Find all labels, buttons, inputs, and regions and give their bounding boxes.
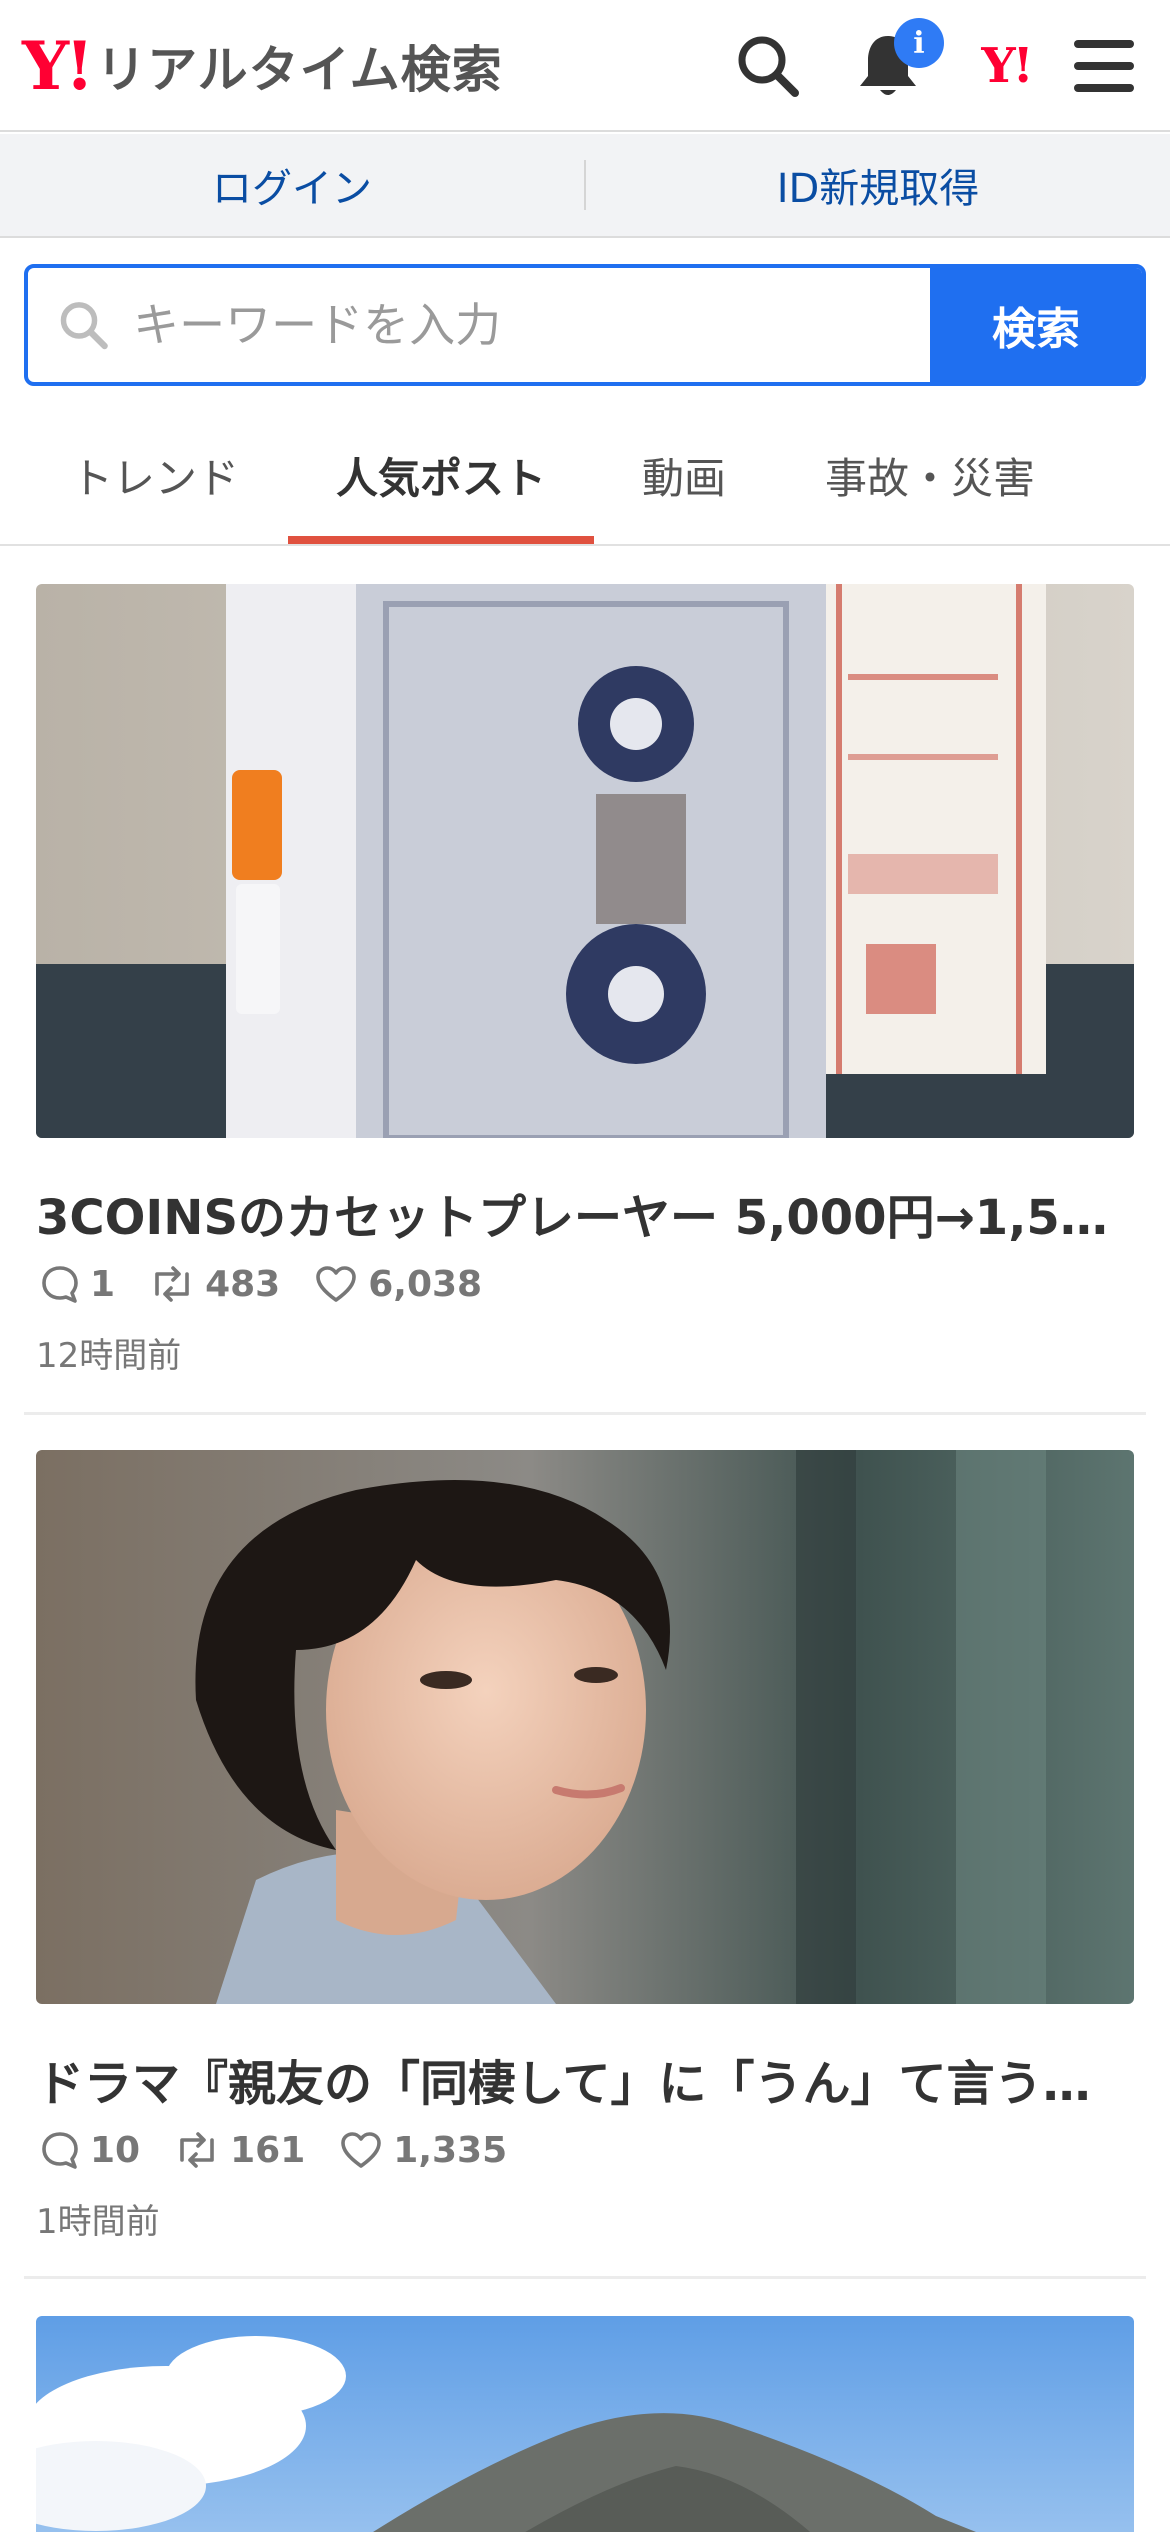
search-field <box>28 268 930 382</box>
repost-count[interactable]: 161 <box>174 2130 305 2171</box>
tab-popular-posts[interactable]: 人気ポスト <box>288 404 594 546</box>
post-stats: 1 483 6,038 <box>40 1256 516 1312</box>
notification-button[interactable]: i <box>848 18 944 106</box>
post-timestamp: 12時間前 <box>36 1336 182 1376</box>
post-divider <box>24 1412 1146 1415</box>
menu-icon[interactable] <box>1064 26 1144 106</box>
search-field-icon <box>60 302 108 350</box>
like-count-value: 6,038 <box>368 1263 483 1305</box>
repost-icon <box>180 2132 214 2168</box>
post-title[interactable]: 3COINSのカセットプレーヤー 5,000円→1,500円 <box>36 1178 1134 1248</box>
like-count[interactable]: 6,038 <box>314 1264 482 1305</box>
post-stats: 10 161 1,335 <box>40 2122 541 2178</box>
notification-badge: i <box>894 18 944 68</box>
repost-count-value: 483 <box>205 1263 281 1305</box>
repost-icon <box>155 1266 189 1302</box>
account-bar: ログイン ID新規取得 <box>0 134 1170 238</box>
search-button[interactable]: 検索 <box>930 268 1142 382</box>
active-tab-indicator <box>288 536 594 544</box>
app-header: Y! リアルタイム検索 i Y! <box>0 0 1170 132</box>
signup-link[interactable]: ID新規取得 <box>586 134 1170 236</box>
reply-count-value: 10 <box>90 2129 141 2171</box>
post-card[interactable] <box>36 2316 1134 2532</box>
post-card[interactable]: 3COINSのカセットプレーヤー 5,000円→1,500円 1 483 6,0… <box>36 584 1134 1404</box>
search-input[interactable] <box>133 298 930 352</box>
heart-icon <box>341 2132 382 2168</box>
reply-icon <box>42 2132 78 2169</box>
yahoo-japan-icon[interactable]: Y! <box>966 26 1046 106</box>
logo-text: リアルタイム検索 <box>96 41 503 99</box>
tab-accidents-disasters[interactable]: 事故・災害 <box>790 404 1070 546</box>
heart-icon <box>316 1266 357 1302</box>
post-card[interactable]: ドラマ『親友の「同棲して」に「うん」て言うまで』 10 161 1,335 1時… <box>36 1450 1134 2270</box>
post-image-mountain[interactable] <box>36 2316 1134 2532</box>
like-count-value: 1,335 <box>393 2129 508 2171</box>
reply-count-value: 1 <box>90 1263 116 1305</box>
reply-count[interactable]: 1 <box>40 1264 115 1305</box>
post-image-actor-portrait[interactable] <box>36 1450 1134 2004</box>
search-form: 検索 <box>24 264 1146 386</box>
tab-trend[interactable]: トレンド <box>40 404 270 546</box>
search-icon[interactable] <box>728 26 808 106</box>
repost-count[interactable]: 483 <box>149 1264 280 1305</box>
yahoo-mark: Y! <box>981 38 1033 94</box>
post-title[interactable]: ドラマ『親友の「同棲して」に「うん」て言うまで』 <box>36 2044 1134 2114</box>
tab-video[interactable]: 動画 <box>600 404 768 546</box>
login-link[interactable]: ログイン <box>0 134 584 236</box>
logo-mark: Y! <box>22 27 94 105</box>
post-image-cassette-player[interactable] <box>36 584 1134 1138</box>
post-timestamp: 1時間前 <box>36 2202 160 2242</box>
post-divider <box>24 2276 1146 2279</box>
yahoo-realtime-logo[interactable]: Y! リアルタイム検索 <box>22 26 503 106</box>
repost-count-value: 161 <box>230 2129 306 2171</box>
reply-count[interactable]: 10 <box>40 2130 140 2171</box>
like-count[interactable]: 1,335 <box>339 2130 507 2171</box>
tab-bar: トレンド 人気ポスト 動画 事故・災害 <box>0 404 1170 546</box>
reply-icon <box>42 1266 78 1303</box>
